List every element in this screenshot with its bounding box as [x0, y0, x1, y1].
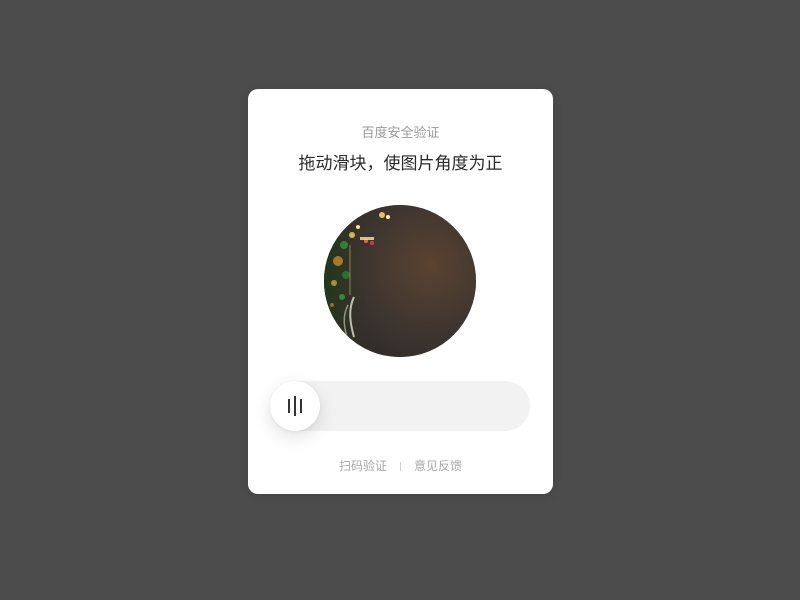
- slider-track[interactable]: [270, 381, 530, 431]
- slider-knob[interactable]: [270, 381, 320, 431]
- rotated-image: [324, 205, 476, 357]
- dialog-footer: 扫码验证 意见反馈: [248, 458, 553, 474]
- scan-verify-link[interactable]: 扫码验证: [339, 459, 387, 473]
- feedback-link[interactable]: 意见反馈: [414, 459, 462, 473]
- captcha-dialog: 百度安全验证 拖动滑块，使图片角度为正 扫码验证 意见反馈: [248, 89, 553, 494]
- footer-divider: [400, 462, 401, 471]
- dialog-instruction: 拖动滑块，使图片角度为正: [298, 154, 503, 174]
- drag-handle-bars-icon: [288, 396, 302, 416]
- dialog-brand-title: 百度安全验证: [361, 126, 440, 141]
- night-city-photo: [324, 205, 476, 357]
